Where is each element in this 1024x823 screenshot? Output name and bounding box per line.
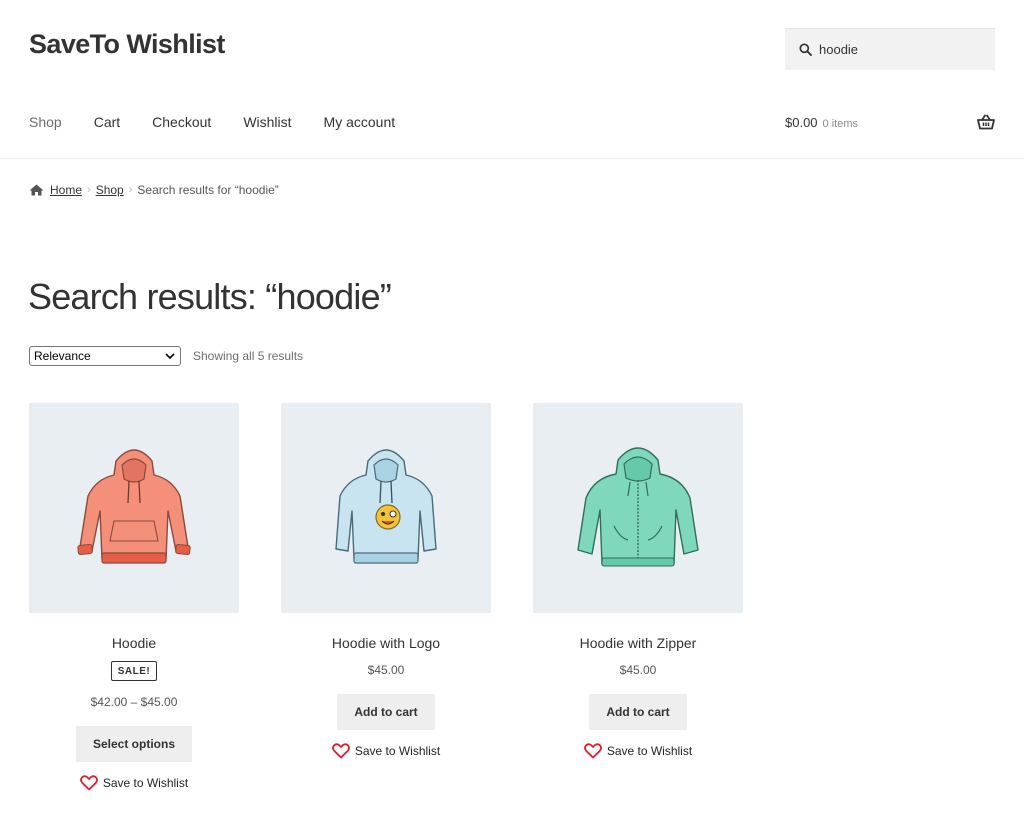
- save-to-wishlist-button[interactable]: Save to Wishlist: [281, 743, 491, 759]
- primary-nav: Shop Cart Checkout Wishlist My account: [29, 114, 427, 130]
- orderby-selected-value: Relevance: [34, 349, 91, 363]
- sale-badge: SALE!: [110, 661, 158, 681]
- nav-item-cart[interactable]: Cart: [94, 114, 120, 130]
- nav-item-shop[interactable]: Shop: [29, 114, 62, 130]
- breadcrumb-shop-link[interactable]: Shop: [96, 183, 124, 197]
- cart-count: 0 items: [822, 118, 859, 130]
- product-card-hoodie: Hoodie SALE! $42.00 – $45.00 Select opti…: [29, 403, 239, 791]
- breadcrumb-home-link[interactable]: Home: [50, 183, 82, 197]
- breadcrumb-separator: ›: [128, 184, 133, 196]
- search-input[interactable]: [819, 42, 979, 57]
- product-price: $45.00: [619, 663, 657, 677]
- product-title[interactable]: Hoodie with Zipper: [533, 635, 743, 651]
- product-title[interactable]: Hoodie: [29, 635, 239, 651]
- add-to-cart-button[interactable]: Add to cart: [589, 694, 687, 730]
- save-to-wishlist-button[interactable]: Save to Wishlist: [533, 743, 743, 759]
- product-price: $42.00 – $45.00: [90, 695, 178, 709]
- hoodie-with-logo-illustration: [335, 448, 437, 564]
- hoodie-illustration: [77, 448, 191, 564]
- heart-icon: [79, 775, 98, 791]
- orderby-select[interactable]: Relevance: [29, 346, 181, 366]
- hoodie-with-zipper-illustration: [577, 447, 699, 567]
- save-to-wishlist-button[interactable]: Save to Wishlist: [29, 775, 239, 791]
- wishlist-label: Save to Wishlist: [606, 744, 693, 758]
- product-image-hoodie-with-zipper[interactable]: [533, 403, 743, 613]
- wishlist-label: Save to Wishlist: [102, 776, 189, 790]
- nav-item-checkout[interactable]: Checkout: [152, 114, 211, 130]
- wishlist-label: Save to Wishlist: [354, 744, 441, 758]
- breadcrumb-separator: ›: [87, 184, 91, 196]
- product-image-hoodie-with-logo[interactable]: [281, 403, 491, 613]
- select-options-button[interactable]: Select options: [75, 726, 192, 762]
- cart-total: $0.00: [785, 115, 818, 130]
- add-to-cart-button[interactable]: Add to cart: [337, 694, 435, 730]
- page-title: Search results: “hoodie”: [28, 276, 392, 317]
- site-title[interactable]: SaveTo Wishlist: [29, 29, 225, 60]
- product-title[interactable]: Hoodie with Logo: [281, 635, 491, 651]
- heart-icon: [583, 743, 602, 759]
- nav-item-my-account[interactable]: My account: [324, 114, 396, 130]
- search-box[interactable]: [785, 28, 995, 70]
- result-count: Showing all 5 results: [193, 349, 304, 363]
- cart-basket-icon[interactable]: [977, 114, 995, 130]
- product-image-hoodie[interactable]: [29, 403, 239, 613]
- product-price: $45.00: [367, 663, 405, 677]
- cart-summary[interactable]: $0.00 0 items: [785, 115, 858, 130]
- header-divider: [0, 158, 1024, 159]
- breadcrumb-current: Search results for “hoodie”: [137, 183, 279, 197]
- heart-icon: [331, 743, 350, 759]
- product-card-hoodie-with-zipper: Hoodie with Zipper $45.00 Add to cart Sa…: [533, 403, 743, 759]
- home-icon: [29, 184, 44, 196]
- nav-item-wishlist[interactable]: Wishlist: [243, 114, 291, 130]
- chevron-down-icon: [165, 352, 175, 360]
- breadcrumb: Home › Shop › Search results for “hoodie…: [29, 183, 279, 197]
- search-icon: [799, 42, 813, 57]
- product-card-hoodie-with-logo: Hoodie with Logo $45.00 Add to cart Save…: [281, 403, 491, 759]
